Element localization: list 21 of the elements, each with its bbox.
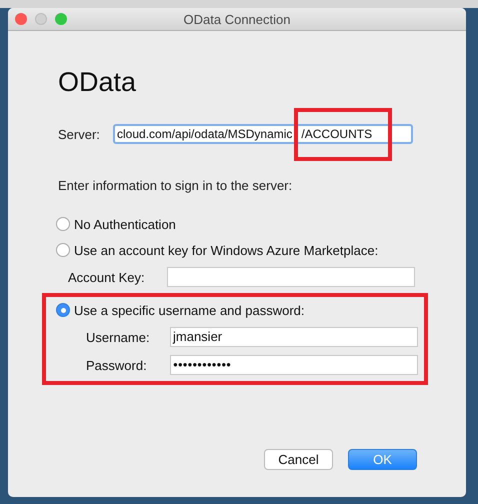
password-field[interactable]: ●●●●●●●●●●●● xyxy=(170,355,418,375)
radio-button[interactable] xyxy=(56,217,70,231)
radio-button[interactable] xyxy=(56,243,70,257)
field-label: Server: xyxy=(58,126,101,142)
radio-button[interactable] xyxy=(56,303,70,317)
close-button[interactable] xyxy=(15,13,27,25)
radio-label[interactable]: No Authentication xyxy=(74,216,176,232)
minimize-button[interactable] xyxy=(35,13,47,25)
server-field[interactable]: cloud.com/api/odata/MSDynamic /ACCOUNTS xyxy=(113,124,413,144)
radio-label[interactable]: Use a specific username and password: xyxy=(74,302,305,318)
instruction-text: Enter information to sign in to the server: xyxy=(58,178,292,193)
field-label: Account Key: xyxy=(68,270,146,284)
zoom-button[interactable] xyxy=(55,13,67,25)
input-field[interactable]: jmansier xyxy=(170,327,418,347)
input-field[interactable] xyxy=(167,267,415,287)
field-label: Password: xyxy=(86,358,148,372)
cancel-button[interactable]: Cancel xyxy=(264,449,333,470)
dialog-heading: OData xyxy=(58,67,136,98)
window-title: OData Connection xyxy=(184,12,290,26)
field-label: Username: xyxy=(86,330,151,344)
radio-label[interactable]: Use an account key for Windows Azure Marketplace: xyxy=(74,242,378,258)
